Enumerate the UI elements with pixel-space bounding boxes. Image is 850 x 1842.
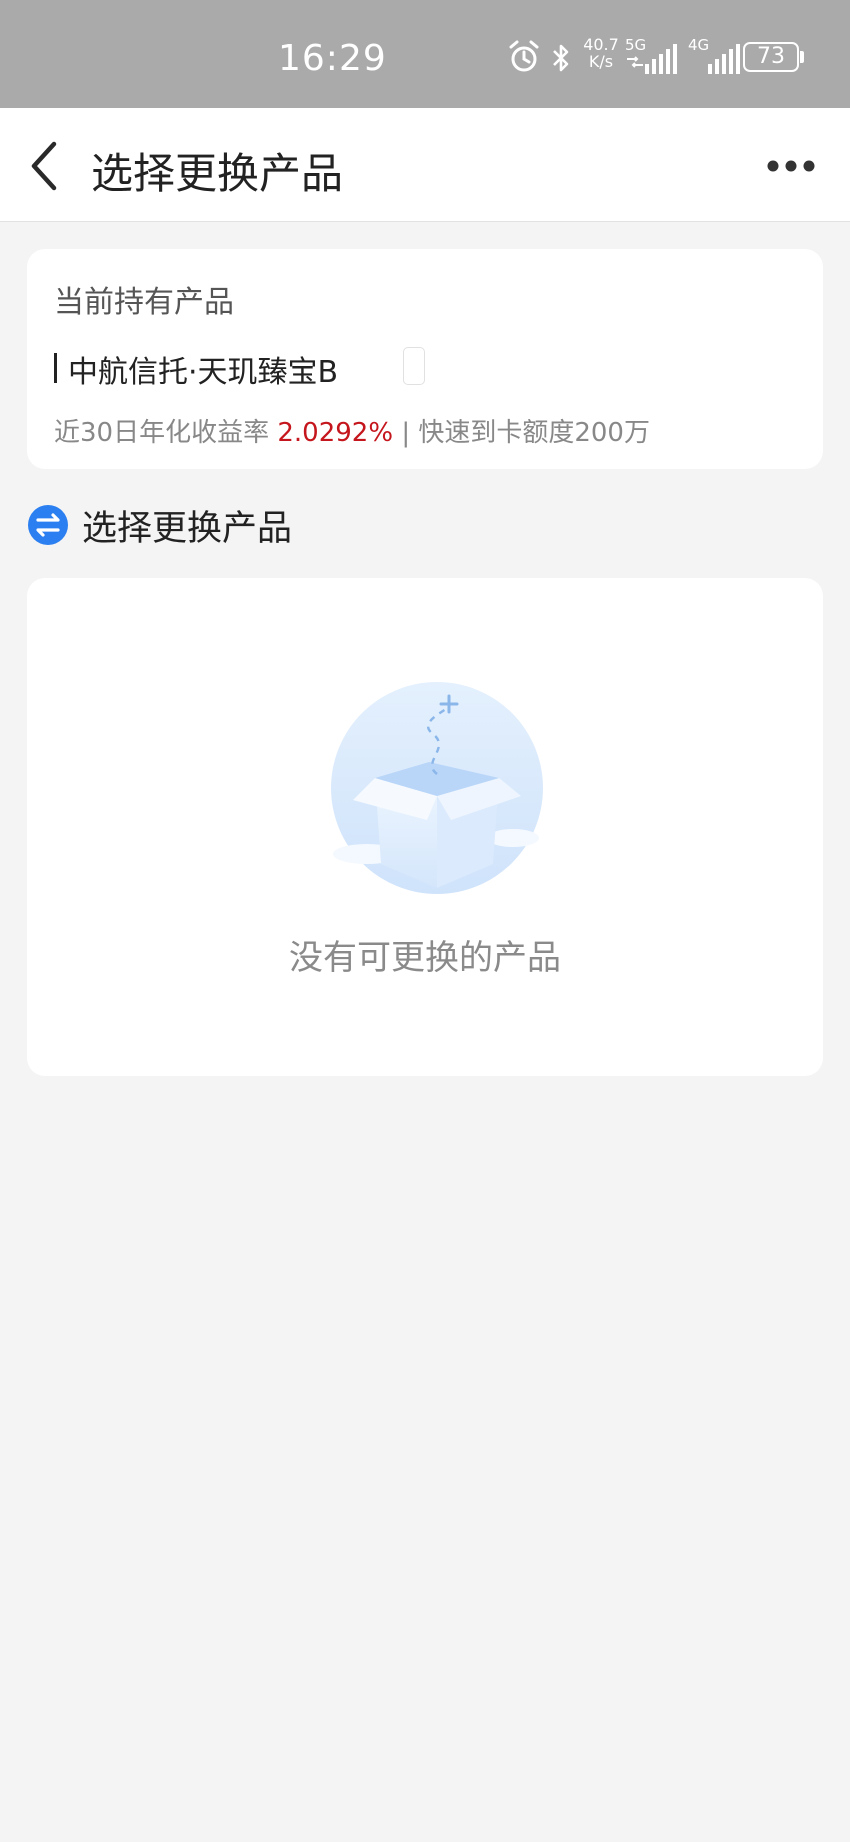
bluetooth-icon <box>553 44 569 72</box>
signal-4g-icon: 4G <box>688 36 740 76</box>
replace-section-title: 选择更换产品 <box>82 509 293 549</box>
yield-value: 2.0292% <box>277 418 394 448</box>
product-name-bar <box>54 353 57 383</box>
swap-icon <box>28 505 68 545</box>
current-product-name: 中航信托·天玑臻宝B <box>68 355 339 390</box>
battery-icon: 73 <box>743 42 805 74</box>
network-speed: 40.7 K/s <box>581 36 621 70</box>
signal-5g-icon: 5G <box>625 36 677 76</box>
network-speed-unit: K/s <box>588 52 614 71</box>
current-product-label: 当前持有产品 <box>54 285 234 320</box>
status-time: 16:29 <box>278 38 387 79</box>
chevron-left-icon <box>31 141 57 191</box>
yield-row: 近30日年化收益率 2.0292% | 快速到卡额度200万 <box>54 412 650 449</box>
signal-5g-label: 5G <box>625 36 647 54</box>
back-button[interactable] <box>22 138 72 194</box>
yield-label: 近30日年化收益率 <box>54 418 270 448</box>
quota-text: | 快速到卡额度200万 <box>401 418 650 448</box>
empty-state-card: 没有可更换的产品 <box>27 578 823 1076</box>
network-speed-value: 40.7 <box>583 35 619 54</box>
empty-state-text: 没有可更换的产品 <box>289 938 561 978</box>
battery-level: 73 <box>757 44 785 69</box>
nav-bar: 选择更换产品 <box>0 108 850 222</box>
alarm-icon <box>509 40 539 72</box>
more-button[interactable] <box>766 154 816 178</box>
page-title: 选择更换产品 <box>91 149 344 198</box>
product-tag-placeholder <box>403 347 425 385</box>
more-dots-icon <box>767 160 815 172</box>
empty-box-illustration <box>331 682 543 894</box>
current-product-card: 当前持有产品 中航信托·天玑臻宝B 近30日年化收益率 2.0292% | 快速… <box>27 249 823 469</box>
status-bar: 16:29 40.7 K/s 5G 4G 73 <box>0 0 850 108</box>
signal-4g-label: 4G <box>688 36 710 54</box>
